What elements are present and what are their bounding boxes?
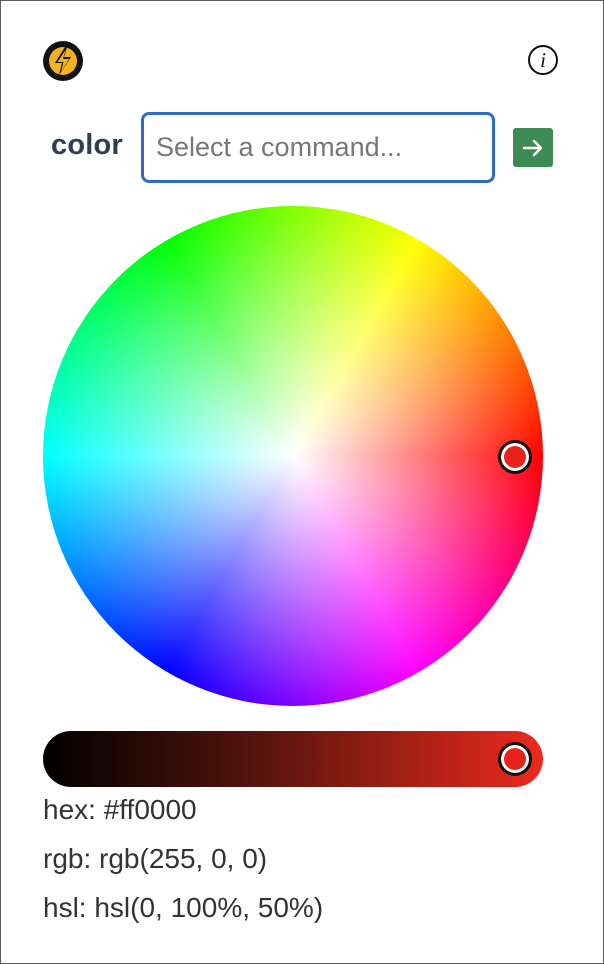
wheel-saturation-overlay (43, 206, 543, 706)
brightness-slider[interactable] (43, 731, 543, 787)
hsl-value: hsl: hsl(0, 100%, 50%) (43, 892, 324, 923)
wheel-handle[interactable] (498, 440, 532, 474)
hue-saturation-wheel[interactable] (43, 206, 543, 706)
hex-value: hex: #ff0000 (43, 794, 197, 825)
info-icon[interactable]: i (528, 45, 558, 75)
arrow-right-icon (522, 139, 543, 156)
brightness-slider-handle[interactable] (498, 742, 532, 776)
command-input[interactable] (141, 112, 495, 183)
app-panel: i color hex: #ff0000 rgb: rgb(255, 0, 0)… (0, 0, 604, 964)
info-glyph: i (540, 47, 546, 72)
lightning-bolt-icon (43, 41, 83, 81)
rgb-value: rgb: rgb(255, 0, 0) (43, 843, 268, 874)
submit-button[interactable] (513, 128, 553, 167)
command-label: color (51, 129, 123, 161)
